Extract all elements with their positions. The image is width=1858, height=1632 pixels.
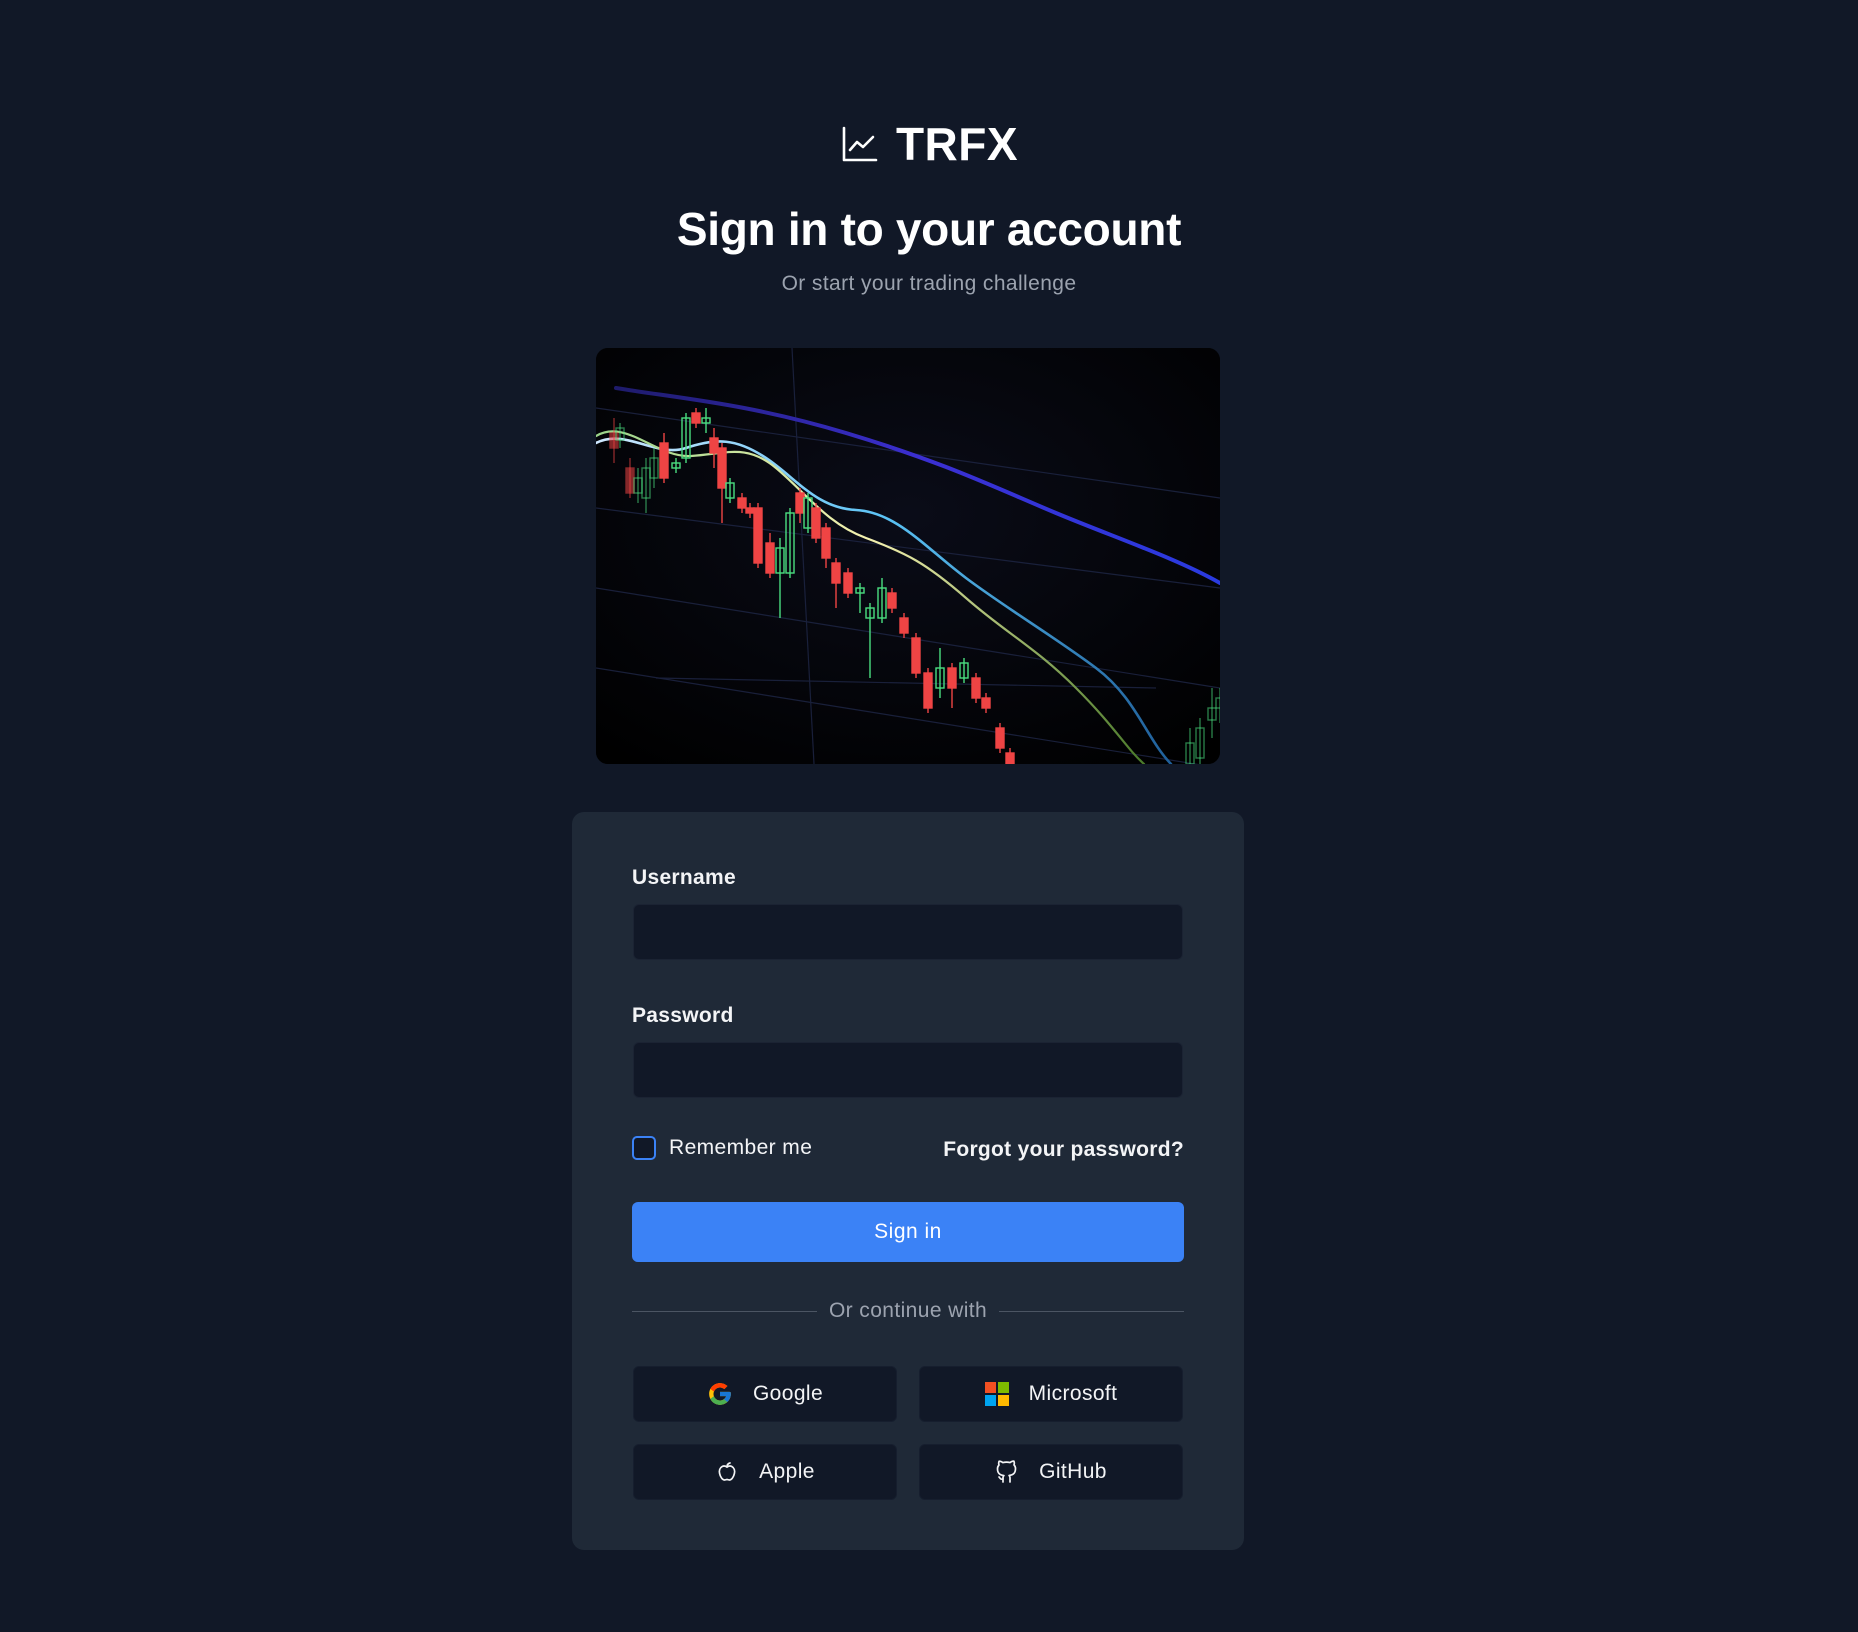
photo-candle-down	[811, 507, 821, 539]
photo-candle-down	[831, 562, 841, 584]
chart-line-icon	[842, 126, 878, 162]
github-signin-button[interactable]: GitHub	[919, 1444, 1183, 1500]
photo-candle-down	[843, 572, 853, 594]
remember-me-checkbox[interactable]	[632, 1136, 656, 1160]
photo-candle-down	[923, 672, 933, 709]
google-signin-button[interactable]: Google	[633, 1366, 897, 1422]
remember-me[interactable]: Remember me	[632, 1136, 812, 1160]
microsoft-label: Microsoft	[1028, 1382, 1118, 1405]
photo-candle-down	[981, 697, 991, 709]
signin-card: Username Password Remember me Forgot you…	[572, 812, 1244, 1550]
photo-candle-down	[995, 727, 1005, 749]
photo-candle-down	[717, 447, 727, 489]
candlestick-chart-image	[596, 348, 1220, 764]
photo-candle-down	[625, 467, 635, 494]
photo-candle-down	[709, 437, 719, 454]
google-label: Google	[752, 1382, 824, 1405]
page-subtitle: Or start your trading challenge	[781, 272, 1077, 295]
apple-icon	[718, 1462, 736, 1481]
username-label: Username	[632, 866, 736, 889]
photo-candle-down	[947, 667, 957, 689]
apple-label: Apple	[759, 1460, 815, 1483]
password-label: Password	[632, 1004, 734, 1027]
photo-candle-down	[887, 592, 897, 609]
divider-line-right	[999, 1310, 1185, 1312]
divider-text: Or continue with	[828, 1299, 988, 1322]
photo-candle-down	[795, 492, 805, 514]
page-title: Sign in to your account	[676, 203, 1182, 255]
photo-candle-down	[765, 542, 775, 574]
microsoft-signin-button[interactable]: Microsoft	[919, 1366, 1183, 1422]
photo-candle-down	[659, 442, 669, 479]
photo-candle-down	[753, 507, 763, 564]
photo-candle-down	[899, 617, 909, 634]
brand-name: TRFX	[895, 118, 1019, 170]
hero-image	[596, 348, 1220, 764]
remember-me-label[interactable]: Remember me	[669, 1136, 812, 1160]
forgot-password-link[interactable]: Forgot your password?	[943, 1138, 1184, 1162]
photo-candle-down	[737, 497, 747, 509]
signin-page: TRFX Sign in to your account Or start yo…	[0, 0, 1858, 1632]
brand-logo: TRFX	[0, 112, 1858, 176]
photo-candle-down	[1005, 752, 1015, 764]
apple-signin-button[interactable]: Apple	[633, 1444, 897, 1500]
photo-candle-down	[911, 637, 921, 674]
github-icon	[996, 1460, 1017, 1483]
google-icon	[709, 1383, 731, 1405]
photo-candle-down	[745, 507, 755, 514]
microsoft-icon	[984, 1382, 1009, 1406]
photo-candle-down	[691, 412, 701, 424]
github-label: GitHub	[1039, 1460, 1107, 1483]
divider: Or continue with	[632, 1298, 1185, 1324]
password-input[interactable]	[633, 1042, 1183, 1098]
photo-candle-down	[821, 527, 831, 559]
signin-button[interactable]: Sign in	[632, 1202, 1184, 1262]
username-input[interactable]	[633, 904, 1183, 960]
photo-candle-down	[971, 677, 981, 699]
divider-line-left	[632, 1310, 817, 1312]
